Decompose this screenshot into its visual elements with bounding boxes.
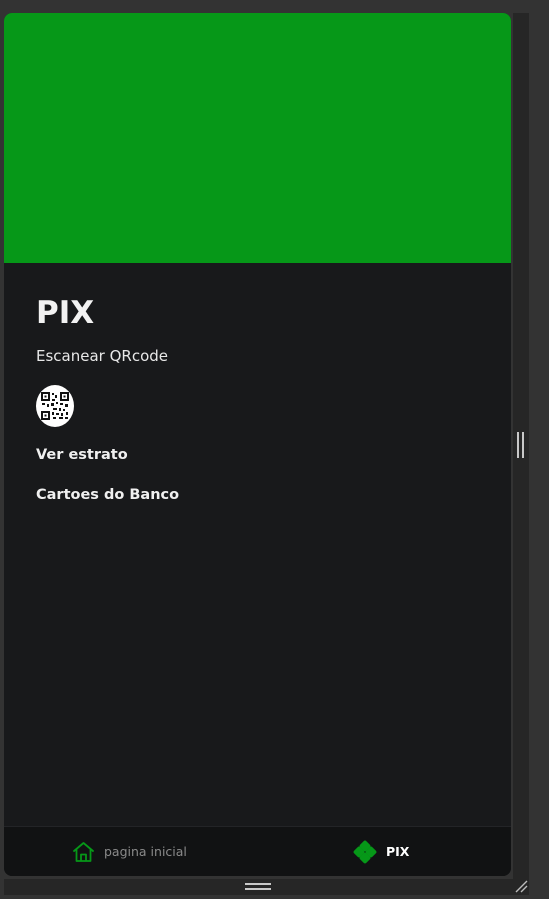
- resize-corner-icon[interactable]: [514, 879, 528, 893]
- vertical-resize-grip[interactable]: [517, 432, 524, 458]
- app-window: PIX Escanear QRcode Ver estrato Cartoes …: [4, 13, 511, 876]
- nav-pix[interactable]: PIX: [353, 827, 409, 876]
- pix-icon: [353, 840, 377, 863]
- bottom-nav: pagina inicial PIX: [4, 826, 511, 876]
- qr-code-icon: [41, 392, 69, 420]
- home-icon: [73, 841, 94, 862]
- nav-home-label: pagina inicial: [104, 844, 187, 859]
- nav-home[interactable]: pagina inicial: [72, 827, 187, 876]
- page-title: PIX: [36, 295, 95, 331]
- statement-link[interactable]: Ver estrato: [36, 446, 491, 464]
- pix-content: PIX Escanear QRcode Ver estrato Cartoes …: [36, 295, 491, 504]
- scan-qr-label: Escanear QRcode: [36, 347, 168, 365]
- hero-banner: [4, 13, 511, 263]
- scan-qr-button[interactable]: [36, 385, 74, 427]
- bank-cards-link[interactable]: Cartoes do Banco: [36, 486, 491, 504]
- horizontal-resize-grip[interactable]: [245, 883, 271, 890]
- nav-pix-label: PIX: [386, 844, 410, 859]
